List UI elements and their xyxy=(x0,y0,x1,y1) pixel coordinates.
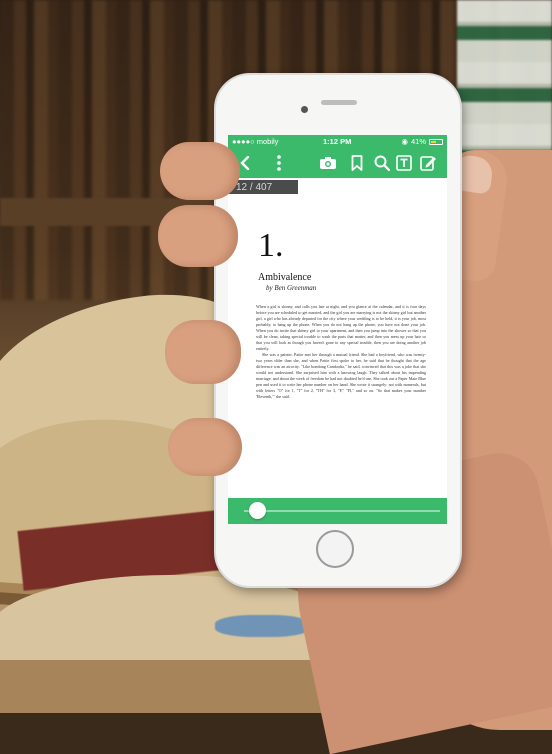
camera-icon[interactable] xyxy=(318,152,338,174)
battery-percent: 41% xyxy=(410,137,426,146)
smartphone: ●●●●○ mobily 1:12 PM ◉ 41% 12 / 407 1. A… xyxy=(214,73,462,588)
paragraph: When a girl is skinny, and calls you lat… xyxy=(256,304,426,351)
chapter-number: 1. xyxy=(258,227,284,264)
clock: 1:12 PM xyxy=(323,137,352,146)
front-camera xyxy=(301,106,308,113)
lock-rotation-icon: ◉ xyxy=(401,137,408,146)
text-size-icon[interactable] xyxy=(395,152,413,174)
status-bar: ●●●●○ mobily 1:12 PM ◉ 41% xyxy=(228,135,447,148)
search-icon[interactable] xyxy=(373,152,391,174)
carrier-label: ●●●●○ mobily xyxy=(232,137,279,146)
page-slider-bar xyxy=(228,498,447,524)
reader-toolbar xyxy=(228,148,447,178)
status-right: ◉ 41% xyxy=(401,137,443,146)
battery-icon xyxy=(429,138,443,145)
phone-screen: ●●●●○ mobily 1:12 PM ◉ 41% 12 / 407 1. A… xyxy=(228,135,447,524)
page-slider-track[interactable] xyxy=(244,510,440,512)
chapter-title: Ambivalence xyxy=(258,272,312,283)
home-button[interactable] xyxy=(316,530,354,568)
book-ribbon xyxy=(215,615,310,637)
more-vert-icon[interactable] xyxy=(272,152,286,174)
chapter-author: by Ben Greenman xyxy=(266,284,317,292)
finger xyxy=(168,418,242,476)
edit-note-icon[interactable] xyxy=(418,152,438,174)
bookmark-icon[interactable] xyxy=(348,152,366,174)
finger xyxy=(158,205,238,267)
finger xyxy=(160,142,240,200)
page-slider-knob[interactable] xyxy=(249,502,267,519)
book-body-text: When a girl is skinny, and calls you lat… xyxy=(256,304,426,400)
finger xyxy=(165,320,241,384)
earpiece-speaker xyxy=(321,100,357,105)
paragraph: She was a painter. Pattie met her throug… xyxy=(256,352,426,399)
page-counter: 12 / 407 xyxy=(228,180,298,194)
